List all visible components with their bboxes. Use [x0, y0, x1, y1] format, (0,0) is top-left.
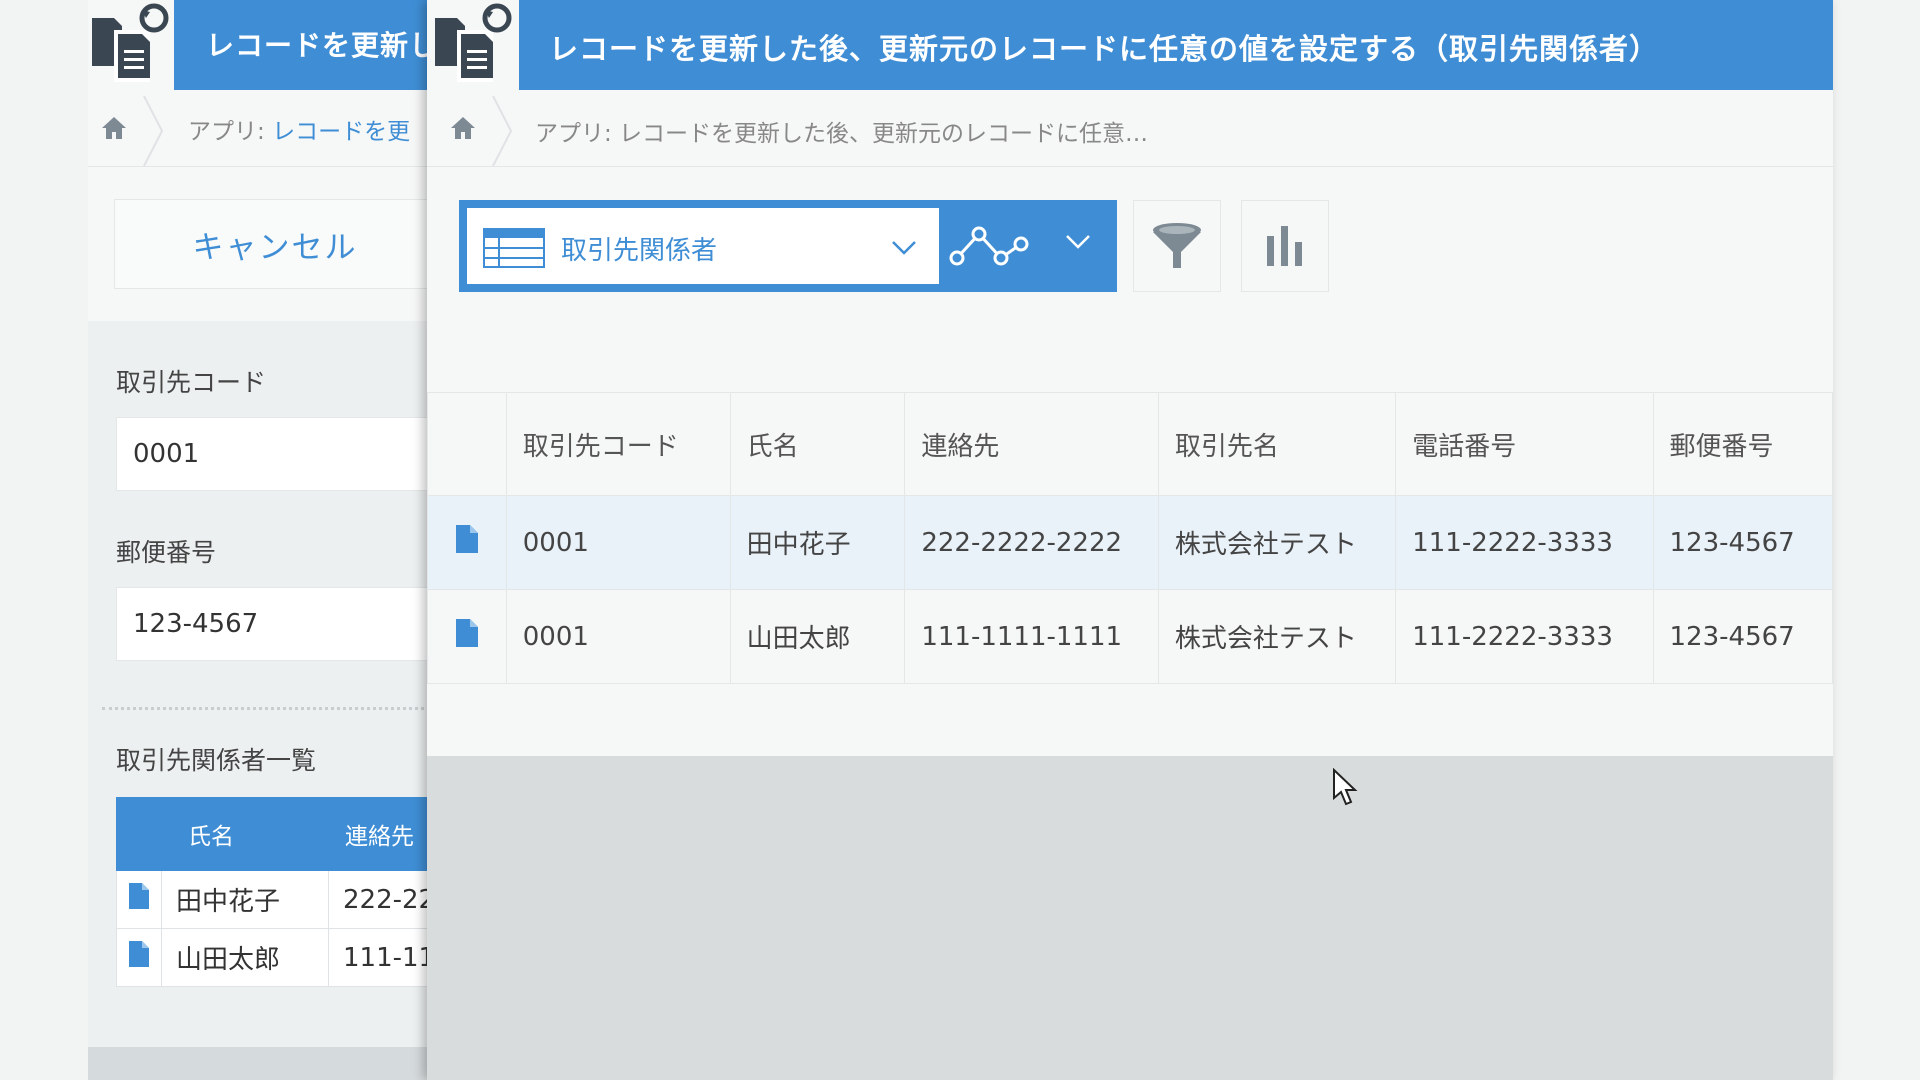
graph-menu-button[interactable]	[949, 214, 1109, 278]
cell-name: 山田太郎	[729, 589, 906, 684]
view-select-label: 取引先関係者	[561, 236, 718, 266]
document-icon[interactable]	[128, 882, 150, 910]
mouse-cursor-icon	[1332, 768, 1358, 808]
record-detail-link[interactable]	[427, 495, 507, 590]
app-header: レコードを更新し	[88, 0, 460, 90]
home-icon[interactable]	[100, 114, 128, 142]
breadcrumb-separator	[491, 96, 515, 166]
breadcrumb-separator	[142, 96, 166, 166]
record-edit-window: レコードを更新し アプリ: レコードを更 キャンセル 取引先コード 0001 郵…	[88, 0, 460, 1080]
table-header-name[interactable]: 氏名	[729, 392, 906, 496]
document-icon[interactable]	[455, 524, 479, 554]
record-list-window: レコードを更新した後、更新元のレコードに任意の値を設定する（取引先関係者） アプ…	[427, 0, 1833, 1080]
cell-company: 株式会社テスト	[1157, 495, 1397, 590]
cell-name: 田中花子	[729, 495, 906, 590]
subtable-cell-name: 山田太郎	[161, 928, 329, 987]
view-select-dropdown[interactable]: 取引先関係者	[467, 208, 939, 284]
subtable-cell-name: 田中花子	[161, 870, 329, 929]
document-icon[interactable]	[128, 940, 150, 968]
table-row: 0001 山田太郎 111-1111-1111 株式会社テスト 111-2222…	[427, 589, 1833, 684]
field-label-customer-code: 取引先コード	[116, 368, 267, 397]
cell-code: 0001	[505, 589, 731, 684]
app-title: レコードを更新した後、更新元のレコードに任意の値を設定する（取引先関係者）	[549, 32, 1660, 66]
subtable-row: 山田太郎 111-11	[116, 928, 460, 987]
contacts-subtable: 氏名 連絡先 田中花子 222-22 山田太郎 111-11	[116, 797, 460, 987]
chevron-down-icon	[891, 240, 917, 256]
view-selector: 取引先関係者	[459, 200, 1117, 292]
breadcrumb: アプリ: レコードを更	[88, 90, 460, 167]
table-header-zip[interactable]: 郵便番号	[1652, 392, 1833, 496]
breadcrumb-app-link[interactable]: レコードを更	[272, 119, 410, 145]
field-label-zip: 郵便番号	[116, 538, 217, 567]
app-icon	[427, 0, 519, 90]
filter-icon	[1149, 218, 1205, 274]
record-detail-link[interactable]	[427, 589, 507, 684]
cell-zip: 123-4567	[1652, 589, 1833, 684]
table-header-company[interactable]: 取引先名	[1157, 392, 1397, 496]
chevron-down-icon	[1065, 234, 1091, 250]
subtable-row: 田中花子 222-22	[116, 870, 460, 929]
breadcrumb-app: アプリ: レコードを更	[188, 112, 410, 146]
form-footer-area	[88, 1047, 460, 1080]
cell-phone: 111-2222-3333	[1395, 495, 1654, 590]
subtable-header-blank	[116, 797, 162, 871]
subtable-header-row: 氏名 連絡先	[116, 797, 460, 871]
subtable-header-name: 氏名	[161, 797, 329, 871]
graph-icon	[949, 222, 1029, 272]
form-action-bar: キャンセル	[88, 167, 460, 321]
table-icon	[483, 228, 545, 268]
record-list-table: 取引先コード 氏名 連絡先 取引先名 電話番号 郵便番号 0001 田中花子 2…	[427, 392, 1833, 684]
customer-code-input[interactable]: 0001	[116, 417, 456, 491]
breadcrumb-app[interactable]: アプリ: レコードを更新した後、更新元のレコードに任意…	[535, 114, 1148, 148]
table-header-contact[interactable]: 連絡先	[904, 392, 1159, 496]
cell-code: 0001	[505, 495, 731, 590]
table-header-code[interactable]: 取引先コード	[505, 392, 731, 496]
cancel-button[interactable]: キャンセル	[114, 199, 436, 289]
record-form: キャンセル 取引先コード 0001 郵便番号 123-4567 取引先関係者一覧…	[88, 167, 460, 1080]
list-empty-area	[427, 756, 1833, 1080]
table-row: 0001 田中花子 222-2222-2222 株式会社テスト 111-2222…	[427, 495, 1833, 590]
record-link-cell[interactable]	[116, 928, 162, 987]
app-title: レコードを更新し	[206, 29, 439, 62]
cell-contact: 222-2222-2222	[904, 495, 1159, 590]
chart-button[interactable]	[1241, 200, 1329, 292]
cell-company: 株式会社テスト	[1157, 589, 1397, 684]
filter-button[interactable]	[1133, 200, 1221, 292]
bar-chart-icon	[1263, 222, 1307, 270]
breadcrumb-prefix: アプリ:	[188, 119, 273, 145]
table-header-blank	[427, 392, 507, 496]
app-icon	[88, 0, 174, 90]
app-header: レコードを更新した後、更新元のレコードに任意の値を設定する（取引先関係者）	[427, 0, 1833, 90]
table-header-phone[interactable]: 電話番号	[1395, 392, 1654, 496]
cell-contact: 111-1111-1111	[904, 589, 1159, 684]
table-header-row: 取引先コード 氏名 連絡先 取引先名 電話番号 郵便番号	[427, 392, 1833, 496]
document-icon[interactable]	[455, 618, 479, 648]
home-icon[interactable]	[449, 114, 477, 142]
divider	[102, 707, 460, 710]
breadcrumb: アプリ: レコードを更新した後、更新元のレコードに任意…	[427, 90, 1833, 167]
record-link-cell[interactable]	[116, 870, 162, 929]
subtable-title: 取引先関係者一覧	[116, 746, 317, 775]
cell-zip: 123-4567	[1652, 495, 1833, 590]
zip-code-input[interactable]: 123-4567	[116, 587, 456, 661]
cell-phone: 111-2222-3333	[1395, 589, 1654, 684]
